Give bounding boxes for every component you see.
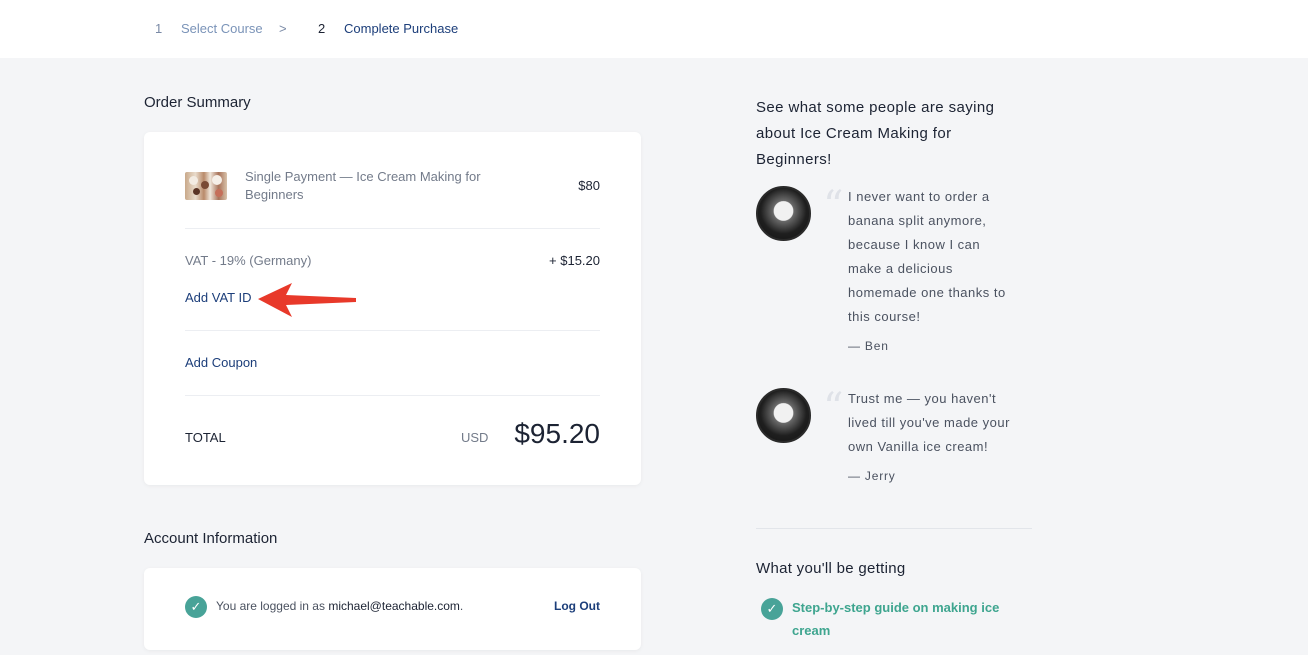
quote-author: — Ben [848,339,889,353]
check-icon: ✓ [185,596,207,618]
vat-label: VAT - 19% (Germany) [185,253,312,268]
quote-icon: “ [823,385,844,431]
divider [756,528,1032,529]
add-coupon-link[interactable]: Add Coupon [185,355,257,370]
testimonial-ben: I never want to order a banana split any… [848,185,1006,353]
step-2-complete-purchase: Complete Purchase [344,21,459,36]
log-out-link[interactable]: Log Out [554,599,600,613]
quote-line: because I know I can [848,237,981,252]
testimonials-heading-line-3: Beginners! [756,151,832,168]
divider [185,395,600,396]
step-1-select-course[interactable]: Select Course [181,21,263,36]
step-1-number: 1 [155,21,163,36]
quote-author: — Jerry [848,469,896,483]
order-item-name-line-2: Beginners [245,187,304,202]
step-2-number: 2 [318,21,326,36]
check-icon: ✓ [761,598,783,620]
avatar-ben [756,186,811,241]
order-item-name-line-1: Single Payment — Ice Cream Making for [245,169,481,184]
total-amount: $95.20 [514,418,600,449]
quote-icon: “ [823,183,844,229]
order-item-price: $80 [578,178,600,193]
testimonial-jerry: Trust me — you haven't lived till you've… [848,387,1010,483]
quote-line: this course! [848,309,921,324]
account-information-title: Account Information [144,530,278,547]
red-arrow-icon [258,283,356,317]
account-card: ✓ You are logged in as michael@teachable… [144,568,641,650]
testimonials-heading-line-2: about Ice Cream Making for [756,125,952,142]
order-summary-title: Order Summary [144,94,251,111]
what-youll-be-getting-title: What you'll be getting [756,560,906,577]
quote-line: lived till you've made your [848,415,1010,430]
order-item-name: Single Payment — Ice Cream Making for Be… [245,168,481,204]
logged-in-text: You are logged in as michael@teachable.c… [216,599,463,613]
checkout-steps-bar: 1 Select Course > 2 Complete Purchase [0,0,1308,58]
feature-item: Step-by-step guide on making ice cream [792,596,999,642]
vat-amount: + $15.20 [549,253,600,268]
total-currency: USD [461,430,489,445]
divider [185,228,600,229]
quote-line: banana split anymore, [848,213,987,228]
testimonials-heading-line-1: See what some people are saying [756,99,995,116]
quote-line: I never want to order a [848,189,990,204]
divider [185,330,600,331]
add-vat-id-link[interactable]: Add VAT ID [185,290,251,305]
logged-in-suffix: . [459,599,464,613]
logged-in-prefix: You are logged in as [216,599,325,613]
feature-line-2: cream [792,623,831,638]
quote-line: Trust me — you haven't [848,391,997,406]
course-thumbnail [185,172,227,200]
feature-line-1: Step-by-step guide on making ice [792,600,1000,615]
testimonials-heading: See what some people are saying about Ic… [756,95,994,173]
order-summary-card: Single Payment — Ice Cream Making for Be… [144,132,641,485]
logged-in-email: michael@teachable.com [328,599,460,613]
avatar-jerry [756,388,811,443]
quote-line: homemade one thanks to [848,285,1006,300]
total-label: TOTAL [185,430,226,445]
step-separator: > [279,21,287,36]
quote-line: own Vanilla ice cream! [848,439,989,454]
quote-line: make a delicious [848,261,953,276]
